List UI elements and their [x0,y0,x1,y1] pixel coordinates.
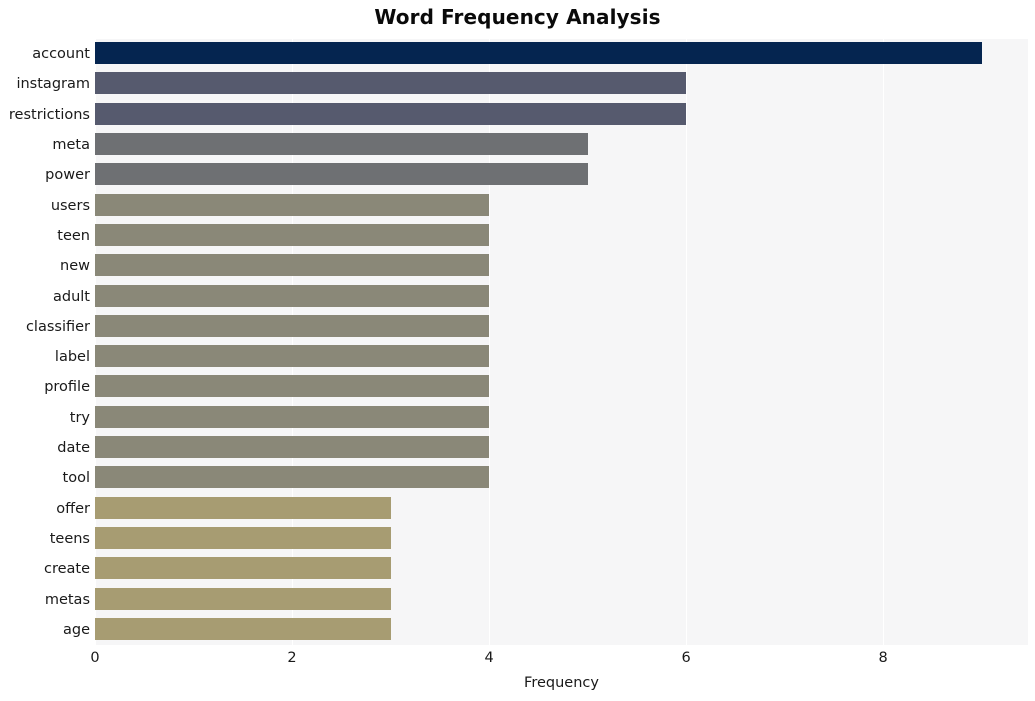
y-axis-tick-label: power [45,167,90,184]
y-axis-tick-label: new [60,258,90,275]
bar-row[interactable] [95,160,1028,188]
y-axis-tick-label: users [50,197,90,214]
bar[interactable] [95,466,490,489]
bar[interactable] [95,345,490,368]
y-axis-tick-label: age [62,621,90,638]
y-axis-tick-label: profile [44,379,90,396]
y-axis-tick-label: instagram [16,76,90,93]
bar[interactable] [95,375,490,398]
x-axis-tick-label: 2 [287,650,297,666]
bar-row[interactable] [95,130,1028,158]
y-axis-tick-label: classifier [25,318,90,335]
bar-row[interactable] [95,342,1028,370]
x-axis-tick-label: 4 [484,650,494,666]
bar-row[interactable] [95,372,1028,400]
bar-row[interactable] [95,69,1028,97]
bar-row[interactable] [95,191,1028,219]
bar[interactable] [95,42,982,65]
x-axis-tick-label: 6 [681,650,691,666]
y-axis-tick-label: label [54,349,90,366]
bar-row[interactable] [95,39,1028,67]
y-axis-tick-label: teens [49,530,90,547]
bar-row[interactable] [95,403,1028,431]
bar-row[interactable] [95,615,1028,643]
x-axis-tick-label: 0 [90,650,100,666]
bar[interactable] [95,405,490,428]
bar-row[interactable] [95,494,1028,522]
x-axis-tick-label: 8 [878,650,888,666]
y-axis-tick-label: adult [53,288,90,305]
bar[interactable] [95,223,490,246]
bar-row[interactable] [95,584,1028,612]
bar[interactable] [95,284,490,307]
bar-row[interactable] [95,433,1028,461]
y-axis-tick-label: account [32,46,90,63]
bar[interactable] [95,557,391,580]
y-axis-tick-label: create [43,561,90,578]
y-axis-tick-label: date [57,440,90,457]
bar[interactable] [95,133,588,156]
bar[interactable] [95,163,588,186]
bar[interactable] [95,193,490,216]
bar-row[interactable] [95,251,1028,279]
y-axis-tick-label: restrictions [8,106,90,123]
bar[interactable] [95,72,687,95]
bar-row[interactable] [95,221,1028,249]
bar-row[interactable] [95,524,1028,552]
y-axis-tick-label: offer [56,500,90,517]
bar[interactable] [95,254,490,277]
bar-row[interactable] [95,463,1028,491]
bar[interactable] [95,526,391,549]
chart-figure: Word Frequency Analysis account instagram… [0,0,1035,701]
page-title: Word Frequency Analysis [374,5,661,29]
y-axis-tick-label: metas [44,591,90,608]
bar[interactable] [95,314,490,337]
y-axis-tick-label: tool [62,470,90,487]
y-axis-tick-label: teen [57,227,90,244]
y-axis-tick-label: try [69,409,90,426]
bar[interactable] [95,436,490,459]
bar-row[interactable] [95,312,1028,340]
bar[interactable] [95,587,391,610]
bar-row[interactable] [95,554,1028,582]
bar-row[interactable] [95,100,1028,128]
bar[interactable] [95,496,391,519]
bar-row[interactable] [95,281,1028,309]
bar[interactable] [95,102,687,125]
y-axis-tick-label: meta [52,137,90,154]
plot-area [95,39,1028,645]
x-axis-label: Frequency [524,675,599,691]
bar[interactable] [95,617,391,640]
